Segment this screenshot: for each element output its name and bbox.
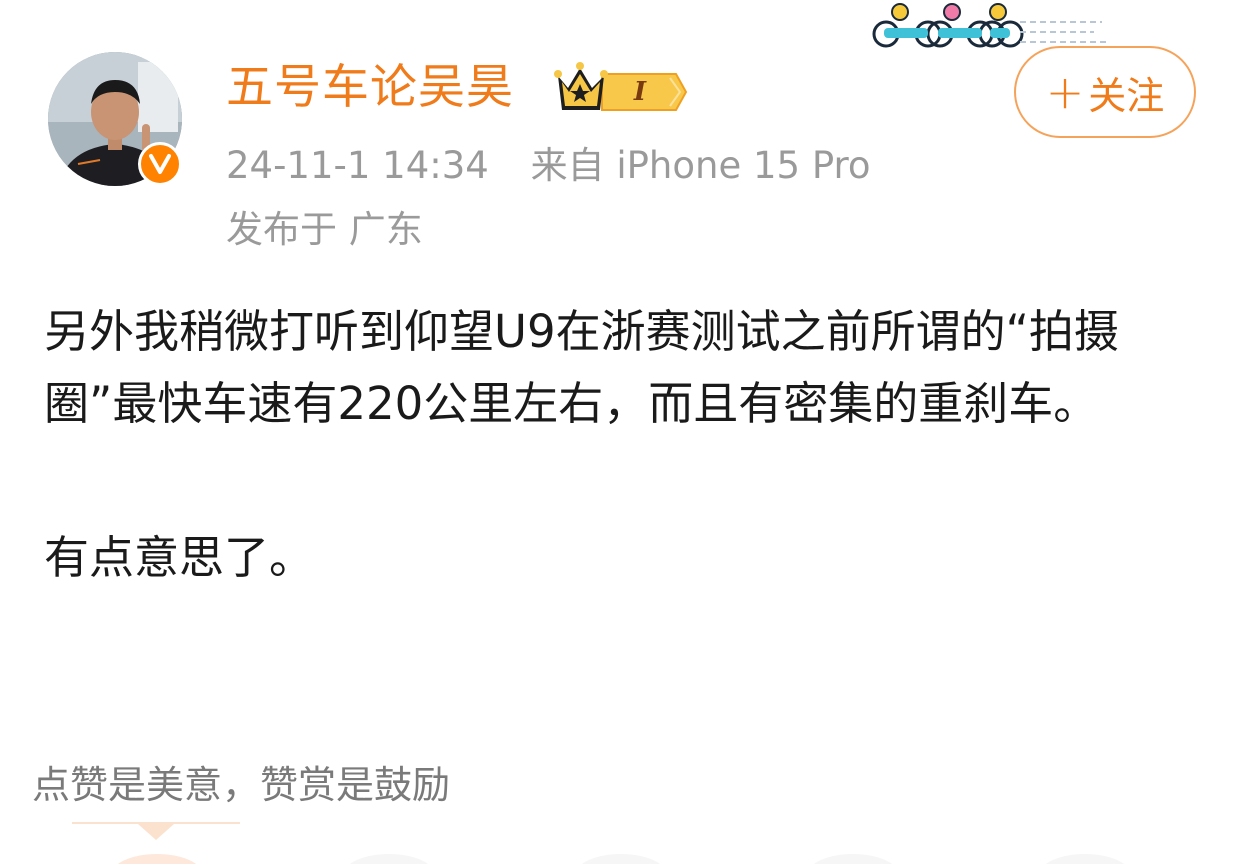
crown-member-badge-icon[interactable]: I: [552, 60, 688, 116]
post-location: 发布于 广东: [226, 208, 423, 251]
post-timestamp: 24-11-1 14:34: [226, 144, 489, 187]
post-paragraph: 有点意思了。: [44, 531, 315, 584]
post-meta: 24-11-1 14:34 来自 iPhone 15 Pro: [226, 142, 871, 190]
reward-avatar[interactable]: [344, 854, 434, 864]
reward-avatar[interactable]: [112, 854, 202, 864]
decorative-bikes-icon: [870, 0, 1110, 52]
post-paragraph: 另外我稍微打听到仰望U9在浙赛测试之前所谓的“拍摄圈”最快车速有220公里左右，…: [44, 305, 1119, 430]
member-level: I: [633, 77, 647, 107]
follow-button-label: 关注: [1088, 73, 1165, 118]
reward-avatar[interactable]: [576, 854, 666, 864]
reward-avatar[interactable]: [1040, 854, 1130, 864]
plus-icon: +: [1045, 65, 1085, 119]
follow-button[interactable]: + 关注: [1014, 46, 1196, 138]
verified-v-icon: [138, 142, 182, 186]
reward-avatar[interactable]: [808, 854, 898, 864]
reward-prompt: 点赞是美意，赞赏是鼓励: [32, 763, 451, 807]
post-source[interactable]: 来自 iPhone 15 Pro: [531, 144, 871, 187]
caret-down-icon: [138, 824, 174, 840]
author-name[interactable]: 五号车论吴昊: [226, 58, 514, 118]
reward-avatars-strip: [0, 852, 1240, 864]
post-content: 另外我稍微打听到仰望U9在浙赛测试之前所谓的“拍摄圈”最快车速有220公里左右，…: [44, 296, 1204, 594]
